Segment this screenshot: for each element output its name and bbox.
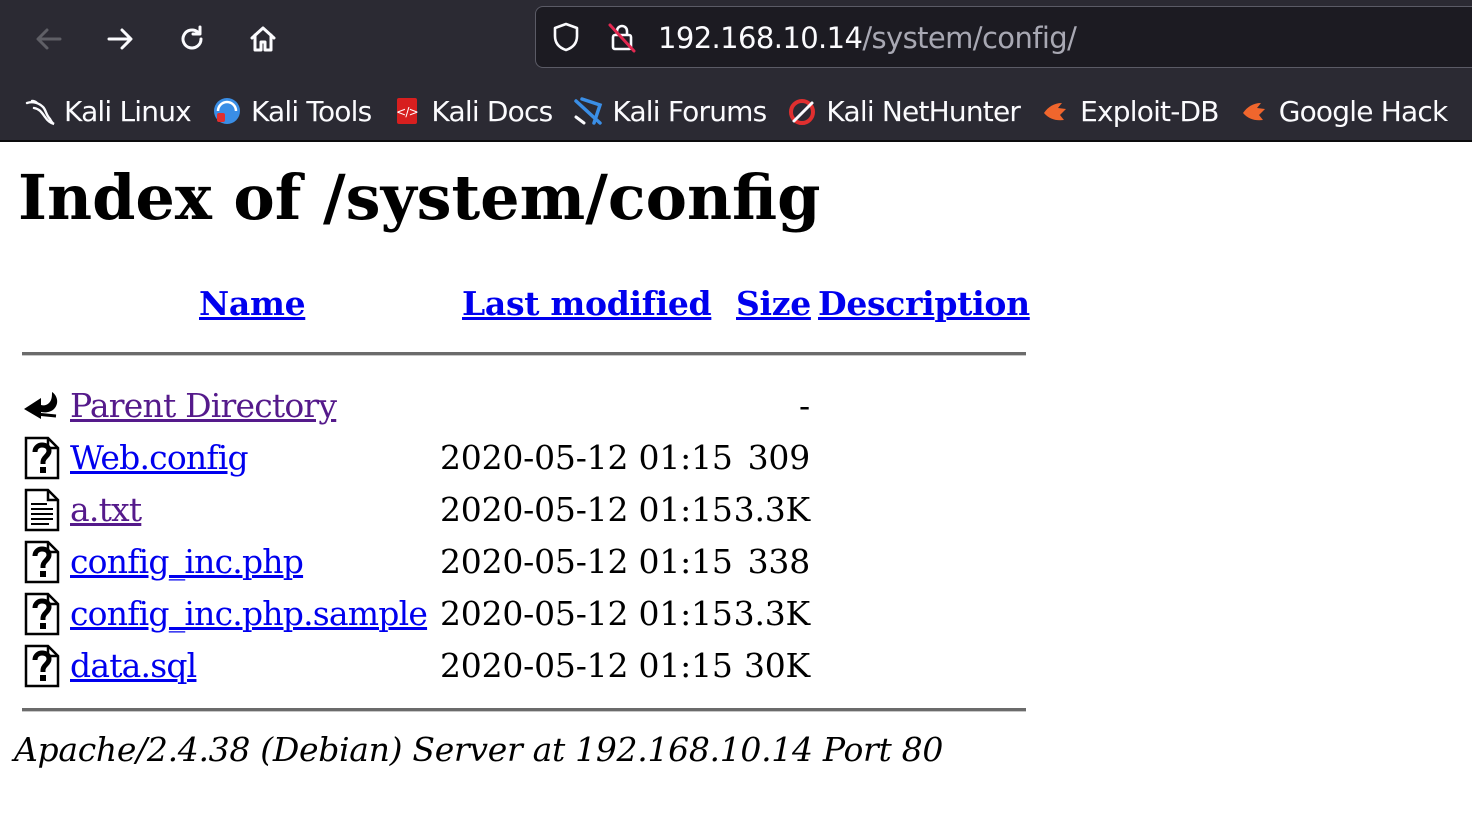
bookmark-kali-tools[interactable]: Kali Tools [211, 94, 372, 128]
bookmark-label: Kali Linux [64, 94, 192, 128]
header-divider [22, 352, 1026, 356]
last-modified-cell: 2020-05-12 01:15 [440, 646, 733, 685]
page-title: Index of /system/config [18, 161, 821, 234]
sort-by-name-link[interactable]: Name [199, 284, 306, 324]
file-link[interactable]: config_inc.php [70, 542, 304, 582]
last-modified-cell: 2020-05-12 01:15 [440, 594, 733, 633]
unknown-file-icon [22, 540, 62, 584]
file-link[interactable]: Web.config [70, 438, 249, 478]
bookmark-label: Kali Forums [612, 94, 767, 128]
url-path: /system/config/ [862, 21, 1077, 55]
sort-by-description-link[interactable]: Description [818, 284, 1030, 324]
size-cell: 338 [747, 542, 811, 581]
url-host: 192.168.10.14 [658, 21, 863, 55]
size-cell: 309 [747, 438, 811, 477]
reload-icon [181, 25, 203, 50]
file-link[interactable]: data.sql [70, 646, 197, 686]
kali-nethunter-icon [786, 95, 818, 127]
kali-dragon-icon [24, 95, 56, 127]
unknown-file-icon [22, 592, 62, 636]
file-row: data.sql 2020-05-12 01:15 30K [0, 640, 1100, 692]
back-arrow-icon [36, 28, 62, 50]
last-modified-cell: 2020-05-12 01:15 [440, 490, 733, 529]
bookmark-google-hacking[interactable]: Google Hack [1239, 95, 1448, 128]
reload-button[interactable] [167, 14, 217, 64]
sort-by-size-link[interactable]: Size [736, 284, 811, 324]
size-cell: 30K [743, 646, 810, 685]
insecure-lock-icon[interactable] [606, 21, 638, 53]
home-button[interactable] [238, 14, 288, 64]
bookmark-exploit-db[interactable]: Exploit-DB [1040, 94, 1220, 128]
file-link[interactable]: config_inc.php.sample [70, 594, 428, 634]
svg-text:</>: </> [397, 105, 419, 119]
size-cell: 3.3K [733, 490, 811, 529]
kali-forums-icon [572, 95, 604, 127]
bookmark-label: Kali NetHunter [826, 94, 1021, 128]
unknown-file-icon [22, 436, 62, 480]
bookmark-label: Google Hack [1278, 94, 1448, 128]
back-folder-icon [22, 384, 62, 428]
bookmark-label: Kali Docs [431, 94, 553, 128]
parent-directory-link[interactable]: Parent Directory [70, 386, 337, 426]
bookmark-kali-linux[interactable]: Kali Linux [24, 94, 192, 128]
browser-chrome: 192.168.10.14/system/config/ Kali Linux … [0, 0, 1472, 142]
size-cell: - [799, 386, 810, 425]
bookmark-kali-forums[interactable]: Kali Forums [572, 94, 767, 128]
navigation-toolbar: 192.168.10.14/system/config/ [0, 0, 1472, 80]
text-file-icon [22, 488, 62, 532]
last-modified-cell: 2020-05-12 01:15 [440, 542, 733, 581]
page-content: Index of /system/config Name Last modifi… [0, 142, 1472, 840]
back-button[interactable] [24, 14, 74, 64]
bookmark-kali-docs[interactable]: </> Kali Docs [391, 94, 554, 128]
size-cell: 3.3K [733, 594, 811, 633]
last-modified-cell: 2020-05-12 01:15 [440, 438, 733, 477]
footer-divider [22, 708, 1026, 712]
kali-docs-icon: </> [391, 95, 423, 127]
file-row: config_inc.php.sample 2020-05-12 01:15 3.3… [0, 588, 1100, 640]
home-icon [250, 26, 276, 52]
forward-button[interactable] [95, 14, 145, 64]
bookmark-kali-nethunter[interactable]: Kali NetHunter [786, 94, 1021, 128]
url-text[interactable]: 192.168.10.14/system/config/ [658, 21, 1077, 55]
file-row: config_inc.php 2020-05-12 01:15 338 [0, 536, 1100, 588]
file-row: Web.config 2020-05-12 01:15 309 [0, 432, 1100, 484]
bookmarks-toolbar: Kali Linux Kali Tools </> Kali Docs Kali… [0, 82, 1472, 140]
exploit-db-icon [1040, 95, 1072, 127]
google-hacking-icon [1239, 95, 1271, 127]
server-signature: Apache/2.4.38 (Debian) Server at 192.168… [14, 730, 944, 769]
parent-directory-row: Parent Directory - [0, 380, 1100, 432]
tracking-shield-icon[interactable] [550, 21, 582, 53]
file-link[interactable]: a.txt [70, 490, 142, 530]
bookmark-label: Exploit-DB [1080, 94, 1219, 128]
kali-tools-icon [211, 95, 243, 127]
unknown-file-icon [22, 644, 62, 688]
bookmark-label: Kali Tools [250, 94, 372, 128]
url-bar[interactable]: 192.168.10.14/system/config/ [535, 6, 1472, 68]
file-row: a.txt 2020-05-12 01:15 3.3K [0, 484, 1100, 536]
forward-arrow-icon [107, 28, 133, 50]
sort-by-last-modified-link[interactable]: Last modified [462, 284, 712, 324]
